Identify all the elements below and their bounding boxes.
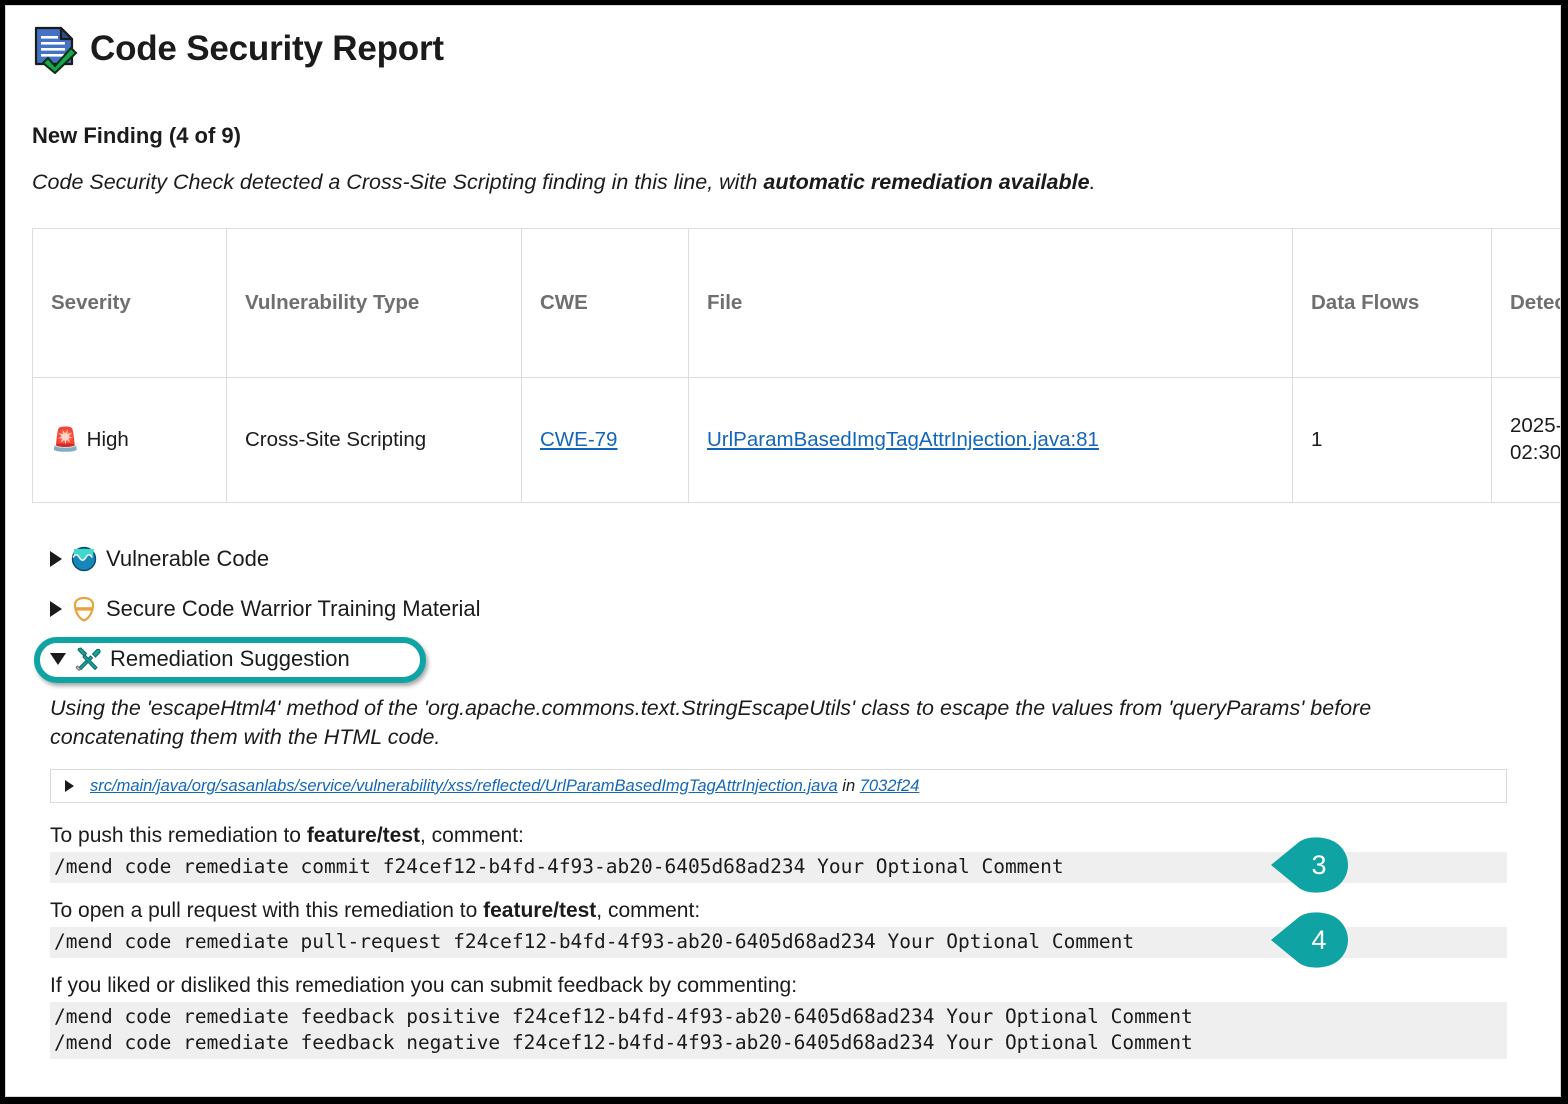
- rotating-light-icon: 🚨: [51, 428, 80, 451]
- table-header-row: Severity Vulnerability Type CWE File Dat…: [33, 229, 1562, 378]
- column-header-data-flows: Data Flows: [1293, 229, 1492, 378]
- report-header: Code Security Report: [28, 22, 444, 74]
- section-toggle-vulnerable-code[interactable]: Vulnerable Code: [50, 546, 269, 572]
- callout-pin-3: 3: [1269, 836, 1353, 894]
- section-toggle-remediation-suggestion[interactable]: Remediation Suggestion: [50, 646, 350, 672]
- cell-file: UrlParamBasedImgTagAttrInjection.java:81: [689, 378, 1293, 503]
- table-row: 🚨 High Cross-Site Scripting CWE-79 UrlPa…: [33, 378, 1562, 503]
- pr-label-branch: feature/test: [483, 899, 596, 922]
- section-label-vulnerable-code: Vulnerable Code: [106, 546, 269, 572]
- wave-circle-icon: [71, 546, 97, 572]
- push-remediation-label: To push this remediation to feature/test…: [50, 824, 524, 848]
- finding-description: Code Security Check detected a Cross-Sit…: [32, 170, 1096, 195]
- severity-value: High: [87, 427, 129, 454]
- section-label-remediation-suggestion: Remediation Suggestion: [110, 646, 350, 672]
- column-header-severity: Severity: [33, 229, 227, 378]
- feedback-label: If you liked or disliked this remediatio…: [50, 974, 797, 998]
- cell-detected: 2025-02-11 02:30AM: [1492, 378, 1562, 503]
- report-panel: Code Security Report New Finding (4 of 9…: [5, 5, 1561, 1097]
- section-label-secure-code-warrior: Secure Code Warrior Training Material: [106, 596, 481, 622]
- finding-description-pre: Code Security Check detected a Cross-Sit…: [32, 170, 763, 194]
- detected-time: 02:30AM: [1510, 441, 1561, 464]
- column-header-vulnerability-type: Vulnerability Type: [227, 229, 522, 378]
- document-check-icon: [28, 22, 80, 74]
- chevron-right-icon: [65, 780, 74, 792]
- pr-label-pre: To open a pull request with this remedia…: [50, 899, 483, 922]
- tools-icon: [75, 646, 101, 672]
- cell-cwe: CWE-79: [522, 378, 689, 503]
- findings-table: Severity Vulnerability Type CWE File Dat…: [32, 228, 1561, 503]
- callout-pin-4-number: 4: [1269, 911, 1353, 969]
- chevron-down-icon: [50, 653, 66, 665]
- file-link[interactable]: UrlParamBasedImgTagAttrInjection.java:81: [707, 428, 1099, 451]
- column-header-file: File: [689, 229, 1293, 378]
- finding-description-post: .: [1090, 170, 1096, 194]
- page-title: Code Security Report: [90, 31, 444, 66]
- feedback-commands[interactable]: /mend code remediate feedback positive f…: [50, 1002, 1507, 1059]
- remediation-file-path-row[interactable]: src/main/java/org/sasanlabs/service/vuln…: [50, 769, 1507, 803]
- cell-data-flows: 1: [1293, 378, 1492, 503]
- cell-severity: 🚨 High: [33, 378, 227, 503]
- section-toggle-secure-code-warrior[interactable]: Secure Code Warrior Training Material: [50, 596, 481, 622]
- push-label-pre: To push this remediation to: [50, 824, 307, 847]
- remediation-path-text: src/main/java/org/sasanlabs/service/vuln…: [90, 777, 919, 796]
- remediation-path-link[interactable]: src/main/java/org/sasanlabs/service/vuln…: [90, 777, 838, 795]
- pull-request-label: To open a pull request with this remedia…: [50, 899, 700, 923]
- pr-label-post: , comment:: [596, 899, 700, 922]
- finding-description-emphasis: automatic remediation available: [763, 170, 1089, 194]
- finding-heading: New Finding (4 of 9): [32, 123, 241, 149]
- remediation-path-in: in: [838, 777, 860, 795]
- callout-pin-4: 4: [1269, 911, 1353, 969]
- chevron-right-icon: [50, 551, 62, 567]
- cwe-link[interactable]: CWE-79: [540, 428, 617, 451]
- callout-pin-3-number: 3: [1269, 836, 1353, 894]
- cell-vulnerability-type: Cross-Site Scripting: [227, 378, 522, 503]
- push-label-post: , comment:: [420, 824, 524, 847]
- chevron-right-icon: [50, 601, 62, 617]
- commit-hash-link[interactable]: 7032f24: [860, 777, 920, 795]
- remediation-description: Using the 'escapeHtml4' method of the 'o…: [50, 694, 1470, 752]
- column-header-cwe: CWE: [522, 229, 689, 378]
- shield-icon: [71, 596, 97, 622]
- push-label-branch: feature/test: [307, 824, 420, 847]
- column-header-detected: Detected: [1492, 229, 1562, 378]
- detected-date: 2025-02-11: [1510, 414, 1561, 437]
